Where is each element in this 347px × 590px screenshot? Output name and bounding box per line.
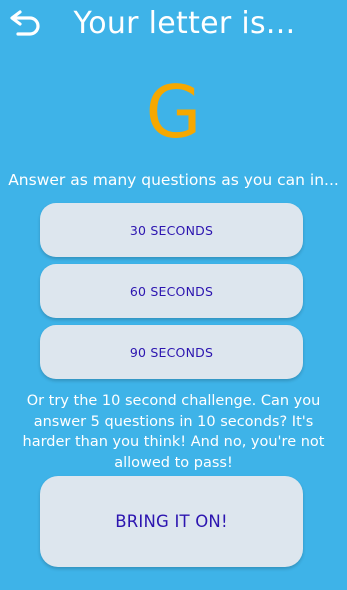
button-label: 30 SECONDS <box>129 222 214 238</box>
90-seconds-button[interactable]: 90 SECONDS <box>40 325 303 379</box>
instruction-text: Answer as many questions as you can in..… <box>8 171 339 189</box>
60-seconds-button[interactable]: 60 SECONDS <box>40 264 303 318</box>
bring-it-on-button[interactable]: BRING IT ON! <box>40 476 303 567</box>
button-label: 90 SECONDS <box>129 344 214 360</box>
screen: Your letter is... G Answer as many quest… <box>0 0 347 590</box>
current-letter: G <box>145 70 202 154</box>
button-label: BRING IT ON! <box>115 512 228 531</box>
button-label: 60 SECONDS <box>129 283 214 299</box>
challenge-description: Or try the 10 second challenge. Can you … <box>22 393 325 471</box>
30-seconds-button[interactable]: 30 SECONDS <box>40 203 303 257</box>
page-title: Your letter is... <box>73 6 296 41</box>
